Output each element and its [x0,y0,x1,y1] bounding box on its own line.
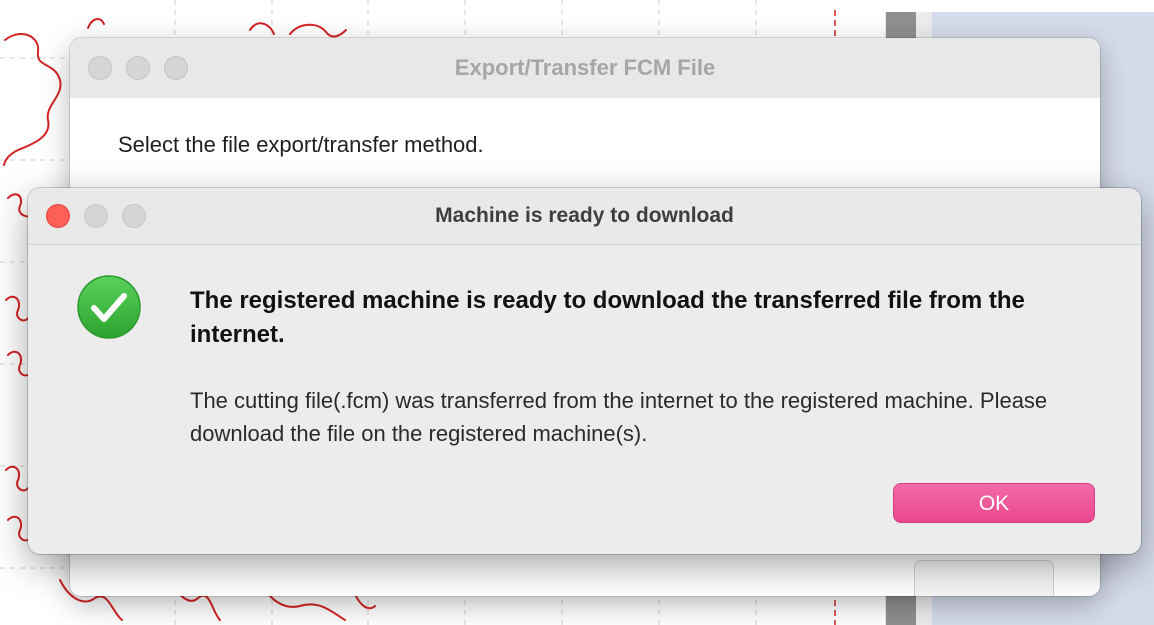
export-window-titlebar[interactable]: Export/Transfer FCM File [70,38,1100,99]
ok-button[interactable]: OK [893,483,1095,523]
checkmark-circle-icon [77,275,141,339]
export-method-prompt: Select the file export/transfer method. [118,132,484,157]
machine-ready-alert: Machine is ready to download The registe… [28,188,1141,554]
alert-title: Machine is ready to download [435,204,734,227]
alert-message: The cutting file(.fcm) was transferred f… [190,388,1048,446]
export-window-title: Export/Transfer FCM File [454,55,716,80]
alert-heading: The registered machine is ready to downl… [190,287,1025,348]
alert-titlebar[interactable]: Machine is ready to download [28,188,1141,245]
export-window-button[interactable] [914,560,1054,596]
